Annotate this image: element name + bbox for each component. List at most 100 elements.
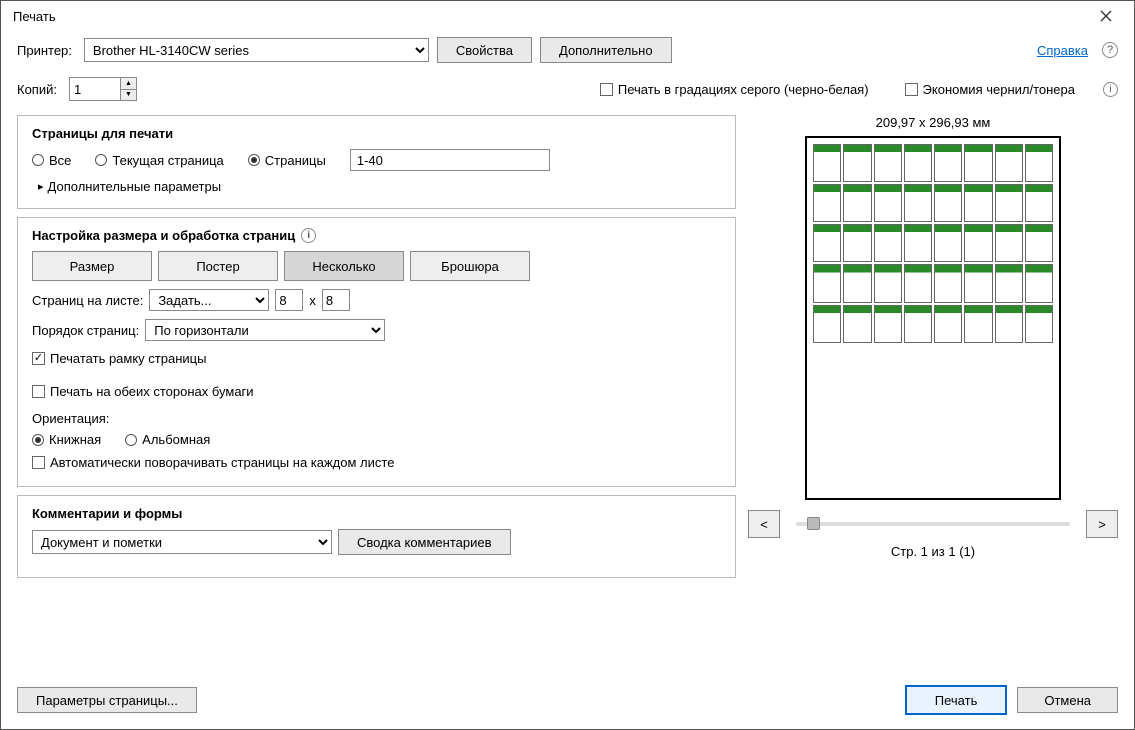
page-thumbnail <box>934 305 962 343</box>
comments-forms-panel: Комментарии и формы Документ и пометки С… <box>17 495 736 578</box>
page-thumbnail <box>813 224 841 262</box>
page-thumbnail <box>964 224 992 262</box>
page-order-select[interactable]: По горизонтали <box>145 319 385 341</box>
orientation-label: Ориентация: <box>32 411 721 426</box>
page-thumbnail <box>934 264 962 302</box>
per-sheet-cols-input[interactable] <box>275 289 303 311</box>
page-setup-button[interactable]: Параметры страницы... <box>17 687 197 713</box>
print-frame-label: Печатать рамку страницы <box>50 351 206 366</box>
advanced-button[interactable]: Дополнительно <box>540 37 672 63</box>
page-thumbnail <box>843 144 871 182</box>
info-icon[interactable]: i <box>1103 82 1118 97</box>
comments-select[interactable]: Документ и пометки <box>32 530 332 554</box>
grayscale-checkbox[interactable]: Печать в градациях серого (черно-белая) <box>600 82 869 97</box>
close-button[interactable] <box>1086 1 1126 31</box>
page-thumbnail <box>934 144 962 182</box>
page-thumbnail <box>904 184 932 222</box>
per-sheet-mult: x <box>309 293 316 308</box>
page-thumbnail <box>1025 305 1053 343</box>
page-thumbnail <box>813 305 841 343</box>
page-thumbnail <box>1025 264 1053 302</box>
page-thumbnail <box>934 184 962 222</box>
page-thumbnail <box>1025 184 1053 222</box>
cancel-button[interactable]: Отмена <box>1017 687 1118 713</box>
per-sheet-mode-select[interactable]: Задать... <box>149 289 269 311</box>
copies-spinner: ▲ ▼ <box>69 77 137 101</box>
page-thumbnail <box>813 144 841 182</box>
page-thumbnail <box>904 264 932 302</box>
properties-button[interactable]: Свойства <box>437 37 532 63</box>
tab-booklet[interactable]: Брошюра <box>410 251 530 281</box>
page-thumbnail <box>964 264 992 302</box>
copies-input[interactable] <box>70 78 120 100</box>
page-thumbnail <box>1025 144 1053 182</box>
page-thumbnail <box>995 144 1023 182</box>
preview-dimensions: 209,97 x 296,93 мм <box>748 115 1118 130</box>
page-thumbnail <box>843 305 871 343</box>
window-title: Печать <box>9 9 1086 24</box>
print-dialog: Печать Принтер: Brother HL-3140CW series… <box>0 0 1135 730</box>
page-thumbnail <box>995 184 1023 222</box>
page-thumbnail <box>934 224 962 262</box>
ink-save-label: Экономия чернил/тонера <box>923 82 1075 97</box>
page-thumbnail <box>995 224 1023 262</box>
printer-select[interactable]: Brother HL-3140CW series <box>84 38 429 62</box>
page-handling-panel: Настройка размера и обработка страниц i … <box>17 217 736 487</box>
tab-poster[interactable]: Постер <box>158 251 278 281</box>
page-thumbnail <box>874 184 902 222</box>
page-thumbnail <box>843 224 871 262</box>
thumbnail-grid <box>813 144 1053 343</box>
summarize-comments-button[interactable]: Сводка комментариев <box>338 529 511 555</box>
page-indicator: Стр. 1 из 1 (1) <box>748 544 1118 559</box>
copies-row: Копий: ▲ ▼ Печать в градациях серого (че… <box>17 77 1118 101</box>
page-thumbnail <box>874 144 902 182</box>
page-thumbnail <box>843 184 871 222</box>
comments-panel-title: Комментарии и формы <box>32 506 721 521</box>
titlebar: Печать <box>1 1 1134 31</box>
radio-portrait[interactable]: Книжная <box>32 432 101 447</box>
page-thumbnail <box>843 264 871 302</box>
pages-to-print-panel: Страницы для печати Все Текущая страница… <box>17 115 736 209</box>
page-thumbnail <box>995 264 1023 302</box>
page-thumbnail <box>874 264 902 302</box>
copies-down-button[interactable]: ▼ <box>121 90 136 101</box>
preview-pane: 209,97 x 296,93 мм < > Стр. 1 из 1 (1) <box>748 115 1118 663</box>
radio-all[interactable]: Все <box>32 153 71 168</box>
pages-range-input[interactable] <box>350 149 550 171</box>
per-sheet-label: Страниц на листе: <box>32 293 143 308</box>
printer-label: Принтер: <box>17 43 72 58</box>
size-info-icon[interactable]: i <box>301 228 316 243</box>
radio-pages[interactable]: Страницы <box>248 153 326 168</box>
preview-sheet <box>805 136 1061 500</box>
page-thumbnail <box>904 224 932 262</box>
tab-multiple[interactable]: Несколько <box>284 251 404 281</box>
radio-current-page[interactable]: Текущая страница <box>95 153 223 168</box>
per-sheet-rows-input[interactable] <box>322 289 350 311</box>
help-link[interactable]: Справка <box>1037 43 1088 58</box>
print-button[interactable]: Печать <box>905 685 1008 715</box>
page-order-label: Порядок страниц: <box>32 323 139 338</box>
page-thumbnail <box>813 264 841 302</box>
autorotate-checkbox[interactable]: Автоматически поворачивать страницы на к… <box>32 455 394 470</box>
page-thumbnail <box>874 305 902 343</box>
copies-label: Копий: <box>17 82 57 97</box>
page-thumbnail <box>904 305 932 343</box>
tab-size[interactable]: Размер <box>32 251 152 281</box>
ink-save-checkbox[interactable]: Экономия чернил/тонера <box>905 82 1075 97</box>
next-sheet-button[interactable]: > <box>1086 510 1118 538</box>
pages-panel-title: Страницы для печати <box>32 126 721 141</box>
radio-landscape[interactable]: Альбомная <box>125 432 210 447</box>
duplex-checkbox[interactable]: Печать на обеих сторонах бумаги <box>32 384 254 399</box>
page-thumbnail <box>964 184 992 222</box>
page-thumbnail <box>964 305 992 343</box>
size-panel-title: Настройка размера и обработка страниц i <box>32 228 721 243</box>
page-thumbnail <box>904 144 932 182</box>
page-thumbnail <box>995 305 1023 343</box>
copies-up-button[interactable]: ▲ <box>121 78 136 90</box>
slider-thumb[interactable] <box>807 517 820 530</box>
more-options-toggle[interactable]: Дополнительные параметры <box>38 179 721 194</box>
zoom-slider[interactable] <box>796 522 1070 526</box>
prev-sheet-button[interactable]: < <box>748 510 780 538</box>
help-icon[interactable]: ? <box>1102 42 1118 58</box>
print-frame-checkbox[interactable]: Печатать рамку страницы <box>32 351 206 366</box>
